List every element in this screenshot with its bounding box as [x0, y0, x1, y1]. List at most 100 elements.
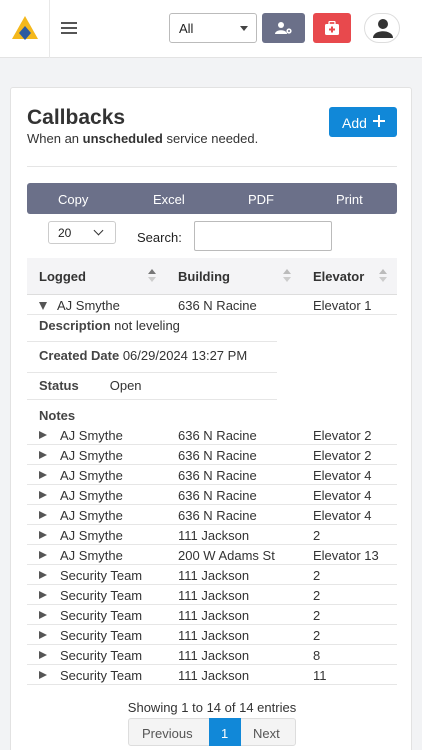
cell-logged: AJ Smythe: [60, 468, 123, 483]
divider: [27, 166, 397, 167]
add-label: Add: [342, 115, 367, 131]
cell-elevator: Elevator 1: [313, 298, 372, 313]
emergency-button[interactable]: [313, 13, 351, 43]
expand-triangle-icon[interactable]: [39, 451, 47, 459]
user-icon: [373, 19, 393, 38]
expand-triangle-icon[interactable]: [39, 591, 47, 599]
expand-triangle-icon[interactable]: [39, 431, 47, 439]
user-cog-icon: [274, 22, 292, 34]
chevron-down-icon: [93, 225, 104, 236]
cell-logged: AJ Smythe: [60, 428, 123, 443]
expand-triangle-icon[interactable]: [39, 491, 47, 499]
add-callback-button[interactable]: Add: [329, 107, 397, 137]
detail-description: Description not leveling: [27, 315, 277, 342]
export-toolbar: Copy Excel PDF Print: [27, 183, 397, 214]
table-row[interactable]: Security Team 111 Jackson 2: [27, 565, 397, 585]
pdf-button[interactable]: PDF: [248, 192, 274, 207]
detail-status: Status Open: [27, 373, 277, 400]
search-input[interactable]: [194, 221, 332, 251]
building-filter-select[interactable]: All: [169, 13, 257, 43]
pagination: Previous 1 Next: [128, 718, 296, 746]
table-row[interactable]: Security Team 111 Jackson 11: [27, 665, 397, 685]
callbacks-card: Callbacks When an unscheduled service ne…: [10, 87, 412, 750]
table-row[interactable]: Security Team 111 Jackson 2: [27, 585, 397, 605]
cell-elevator: 2: [313, 568, 321, 583]
first-aid-icon: [325, 21, 339, 35]
cell-elevator: Elevator 4: [313, 488, 372, 503]
table-row[interactable]: AJ Smythe 200 W Adams St Elevator 13: [27, 545, 397, 565]
cell-logged: AJ Smythe: [60, 488, 123, 503]
column-building[interactable]: Building: [178, 269, 230, 284]
copy-button[interactable]: Copy: [58, 192, 88, 207]
sort-icon[interactable]: [148, 269, 156, 283]
table-row-expanded[interactable]: AJ Smythe 636 N Racine Elevator 1: [27, 295, 397, 315]
cell-building: 111 Jackson: [178, 628, 250, 643]
table-info: Showing 1 to 14 of 14 entries: [127, 700, 297, 715]
menu-icon[interactable]: [61, 22, 77, 36]
filter-value: All: [179, 21, 194, 36]
cell-elevator: 2: [313, 528, 321, 543]
cell-building: 636 N Racine: [178, 488, 257, 503]
user-settings-button[interactable]: [262, 13, 305, 43]
cell-building: 111 Jackson: [178, 668, 250, 683]
page-subtitle: When an unscheduled service needed.: [27, 131, 259, 146]
cell-elevator: Elevator 2: [313, 428, 372, 443]
page-length-select[interactable]: 20: [48, 221, 116, 244]
expand-triangle-icon[interactable]: [39, 611, 47, 619]
table-row[interactable]: Security Team 111 Jackson 2: [27, 605, 397, 625]
cell-building: 636 N Racine: [178, 468, 257, 483]
cell-building: 636 N Racine: [178, 428, 257, 443]
expand-triangle-icon[interactable]: [39, 571, 47, 579]
cell-building: 111 Jackson: [178, 528, 250, 543]
next-page-button[interactable]: Next: [241, 719, 296, 745]
expand-triangle-icon[interactable]: [39, 631, 47, 639]
cell-elevator: Elevator 4: [313, 468, 372, 483]
cell-logged: Security Team: [60, 648, 143, 663]
excel-button[interactable]: Excel: [153, 192, 185, 207]
sort-icon[interactable]: [283, 269, 291, 283]
table-row[interactable]: Security Team 111 Jackson 2: [27, 625, 397, 645]
cell-building: 111 Jackson: [178, 608, 250, 623]
cell-logged: AJ Smythe: [60, 448, 123, 463]
cell-logged: Security Team: [60, 628, 143, 643]
search-label: Search:: [137, 230, 182, 245]
column-logged[interactable]: Logged: [39, 269, 86, 284]
expand-triangle-icon[interactable]: [39, 511, 47, 519]
previous-page-button[interactable]: Previous: [129, 719, 209, 745]
sort-icon[interactable]: [379, 269, 387, 283]
column-elevator[interactable]: Elevator: [313, 269, 364, 284]
cell-elevator: Elevator 13: [313, 548, 379, 563]
cell-logged: Security Team: [60, 588, 143, 603]
expand-triangle-icon[interactable]: [39, 531, 47, 539]
table-row[interactable]: AJ Smythe 636 N Racine Elevator 2: [27, 425, 397, 445]
plus-icon: [373, 115, 385, 127]
cell-building: 111 Jackson: [178, 648, 250, 663]
cell-logged: Security Team: [60, 568, 143, 583]
print-button[interactable]: Print: [336, 192, 363, 207]
user-avatar[interactable]: [364, 13, 400, 43]
table-row[interactable]: AJ Smythe 636 N Racine Elevator 4: [27, 485, 397, 505]
logo[interactable]: [0, 0, 50, 58]
expand-triangle-icon[interactable]: [39, 671, 47, 679]
cell-logged: Security Team: [60, 668, 143, 683]
top-bar: All: [0, 0, 422, 58]
cell-elevator: Elevator 4: [313, 508, 372, 523]
table-row[interactable]: AJ Smythe 636 N Racine Elevator 4: [27, 465, 397, 485]
table-row[interactable]: Security Team 111 Jackson 8: [27, 645, 397, 665]
page-length-value: 20: [58, 226, 72, 240]
cell-building: 111 Jackson: [178, 588, 250, 603]
table-row[interactable]: AJ Smythe 111 Jackson 2: [27, 525, 397, 545]
cell-logged: Security Team: [60, 608, 143, 623]
expand-triangle-icon[interactable]: [39, 651, 47, 659]
cell-elevator: 2: [313, 588, 321, 603]
cell-logged: AJ Smythe: [60, 548, 123, 563]
cell-elevator: 2: [313, 608, 321, 623]
table-row[interactable]: AJ Smythe 636 N Racine Elevator 4: [27, 505, 397, 525]
cell-elevator: 11: [313, 668, 327, 683]
collapse-triangle-icon[interactable]: [39, 302, 47, 310]
expand-triangle-icon[interactable]: [39, 471, 47, 479]
cell-elevator: Elevator 2: [313, 448, 372, 463]
expand-triangle-icon[interactable]: [39, 551, 47, 559]
page-1-button[interactable]: 1: [209, 718, 241, 746]
table-row[interactable]: AJ Smythe 636 N Racine Elevator 2: [27, 445, 397, 465]
